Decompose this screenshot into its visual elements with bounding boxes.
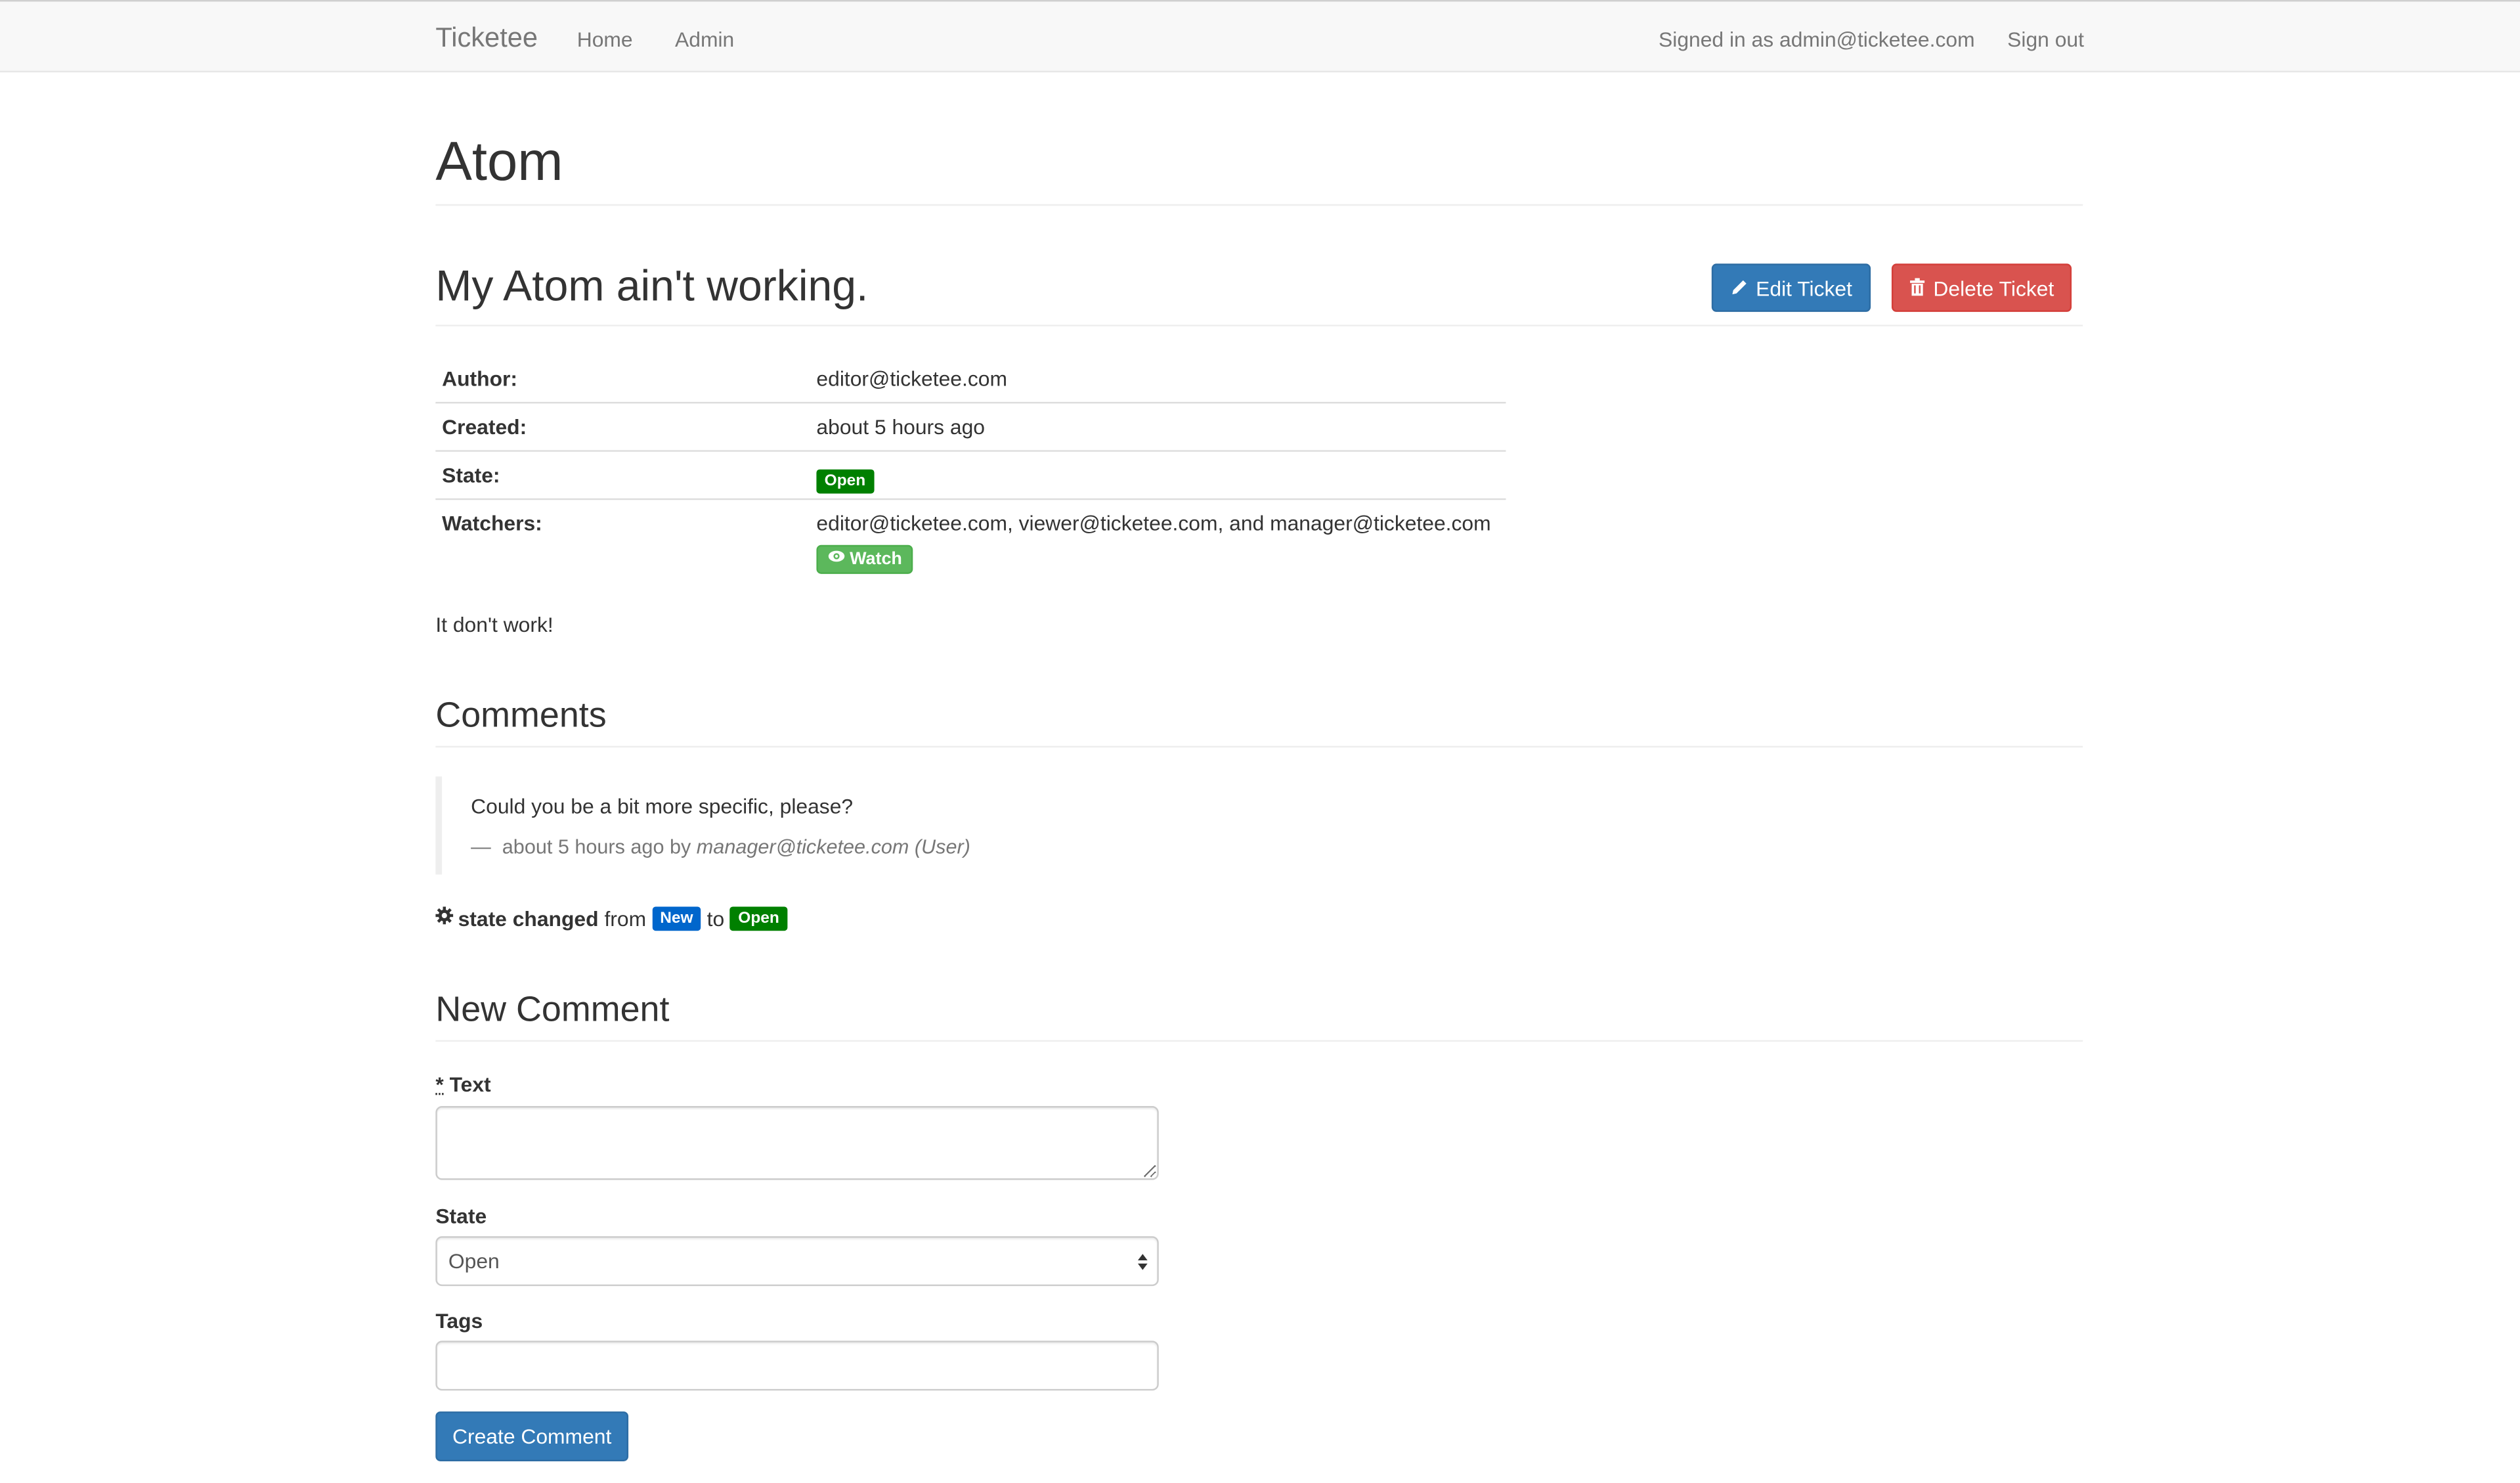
- navbar: Ticketee Home Admin Signed in as admin@t…: [0, 0, 2520, 73]
- project-title: Atom: [435, 131, 563, 193]
- sign-out-link[interactable]: Sign out: [2007, 28, 2084, 52]
- from-state-badge: New: [651, 906, 701, 931]
- watch-label: Watch: [850, 550, 902, 569]
- signed-in-status: Signed in as admin@ticketee.com: [1659, 27, 1975, 52]
- watch-button[interactable]: Watch: [816, 544, 913, 574]
- state-change-from-word: from: [604, 906, 647, 931]
- state-field-label: State: [435, 1204, 487, 1229]
- required-marker: *: [435, 1072, 444, 1097]
- to-state-badge: Open: [730, 906, 788, 931]
- nav-admin-link[interactable]: Admin: [675, 28, 734, 52]
- state-change-prefix: state changed: [458, 906, 599, 931]
- state-select[interactable]: Open: [435, 1236, 1159, 1287]
- watchers-value: editor@ticketee.com, viewer@ticketee.com…: [816, 511, 1491, 536]
- project-title-divider: [435, 204, 2083, 206]
- state-select-value: Open: [448, 1249, 500, 1273]
- eye-icon: [827, 545, 845, 571]
- pencil-icon: [1730, 265, 1748, 313]
- comment-text-field[interactable]: [435, 1106, 1159, 1180]
- gear-icon: [435, 903, 454, 932]
- trash-icon: [1909, 265, 1925, 313]
- table-divider: [435, 450, 1506, 452]
- author-key: Author:: [442, 366, 518, 391]
- table-divider: [435, 498, 1506, 500]
- table-divider: [435, 401, 1506, 404]
- new-comment-divider: [435, 1040, 2083, 1042]
- watchers-key: Watchers:: [442, 511, 542, 536]
- state-change-entry: state changed from New to Open: [435, 903, 788, 935]
- state-change-to-word: to: [706, 906, 725, 931]
- state-key: State:: [442, 462, 500, 487]
- tags-input[interactable]: [435, 1340, 1159, 1391]
- ticket-description: It don't work!: [435, 612, 554, 637]
- edit-ticket-button[interactable]: Edit Ticket: [1711, 263, 1871, 313]
- comments-divider: [435, 745, 2083, 748]
- new-comment-heading: New Comment: [435, 988, 670, 1029]
- comment-meta: — about 5 hours ago by manager@ticketee.…: [471, 836, 970, 858]
- delete-ticket-button[interactable]: Delete Ticket: [1891, 263, 2072, 313]
- state-value-wrap: Open: [816, 466, 874, 494]
- comment-item: Could you be a bit more specific, please…: [435, 776, 2083, 875]
- created-key: Created:: [442, 414, 527, 439]
- ticket-title: My Atom ain't working.: [435, 261, 869, 311]
- select-arrows-icon: [1137, 1251, 1150, 1279]
- delete-ticket-label: Delete Ticket: [1933, 277, 2054, 301]
- comment-author: manager@ticketee.com (User): [696, 835, 970, 859]
- ticket-title-divider: [435, 324, 2083, 326]
- text-label: Text: [449, 1072, 491, 1097]
- comment-time: about 5 hours ago by: [502, 835, 691, 859]
- text-field-label: * Text: [435, 1073, 490, 1097]
- page: Ticketee Home Admin Signed in as admin@t…: [0, 0, 2520, 1477]
- tags-field-label: Tags: [435, 1308, 483, 1333]
- nav-home-link[interactable]: Home: [577, 28, 633, 52]
- comment-dash: —: [471, 835, 491, 859]
- state-badge: Open: [816, 469, 874, 494]
- author-value: editor@ticketee.com: [816, 366, 1007, 391]
- created-value: about 5 hours ago: [816, 414, 985, 439]
- edit-ticket-label: Edit Ticket: [1756, 277, 1852, 301]
- create-comment-button[interactable]: Create Comment: [435, 1411, 629, 1461]
- comment-text: Could you be a bit more specific, please…: [471, 794, 854, 818]
- brand-link[interactable]: Ticketee: [435, 22, 538, 55]
- comments-heading: Comments: [435, 694, 607, 735]
